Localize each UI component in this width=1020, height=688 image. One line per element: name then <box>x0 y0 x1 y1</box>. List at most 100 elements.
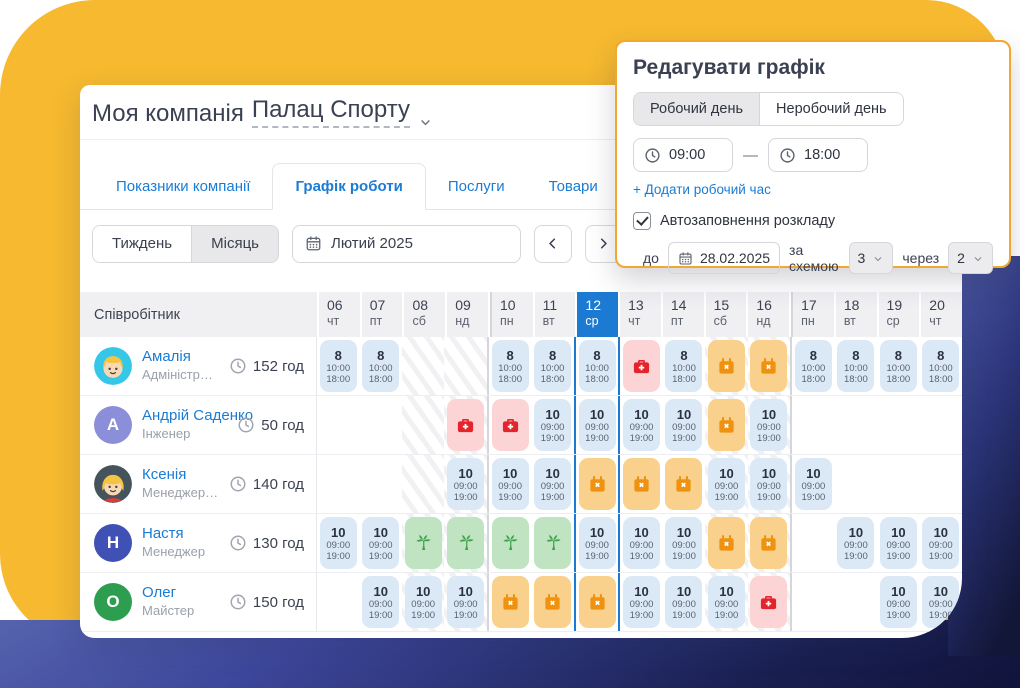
work-shift-cell[interactable]: 10 09:00 19:00 <box>920 514 962 572</box>
work-shift-cell[interactable]: 10 09:00 19:00 <box>663 396 705 454</box>
day-off-chip[interactable] <box>707 517 745 569</box>
work-shift-chip[interactable]: 10 09:00 19:00 <box>922 576 960 628</box>
day-off-chip[interactable] <box>578 576 616 628</box>
empty-schedule-cell[interactable] <box>835 573 877 631</box>
employee-name[interactable]: Настя <box>142 525 205 543</box>
work-shift-chip[interactable]: 10 09:00 19:00 <box>362 576 400 628</box>
day-header-11[interactable]: 11 вт <box>534 292 576 337</box>
work-shift-chip[interactable]: 10 09:00 19:00 <box>404 576 442 628</box>
day-header-18[interactable]: 18 вт <box>835 292 877 337</box>
work-shift-chip[interactable]: 8 10:00 18:00 <box>922 340 960 392</box>
day-header-12[interactable]: 12 ср <box>577 292 619 337</box>
work-shift-chip[interactable]: 10 09:00 19:00 <box>319 517 357 569</box>
work-shift-chip[interactable]: 10 09:00 19:00 <box>578 399 616 451</box>
day-off-cell[interactable] <box>747 514 791 572</box>
chevron-down-icon[interactable] <box>418 109 433 126</box>
employee-name[interactable]: Олег <box>142 584 194 602</box>
empty-schedule-cell[interactable] <box>317 396 359 454</box>
empty-schedule-cell[interactable] <box>790 514 834 572</box>
work-shift-chip[interactable]: 10 09:00 19:00 <box>623 517 661 569</box>
day-header-09[interactable]: 09 нд <box>447 292 488 337</box>
employee-name[interactable]: Амалія <box>142 348 219 366</box>
work-shift-cell[interactable]: 10 09:00 19:00 <box>663 514 705 572</box>
work-shift-cell[interactable]: 10 09:00 19:00 <box>620 396 662 454</box>
empty-schedule-cell[interactable] <box>835 396 877 454</box>
empty-schedule-cell[interactable] <box>359 455 401 513</box>
work-shift-cell[interactable]: 10 09:00 19:00 <box>705 573 748 631</box>
tab-2[interactable]: Послуги <box>426 164 527 209</box>
work-shift-cell[interactable]: 10 09:00 19:00 <box>531 396 573 454</box>
sick-day-cell[interactable] <box>444 396 487 454</box>
empty-schedule-cell[interactable] <box>920 455 962 513</box>
day-header-10[interactable]: 10 пн <box>489 292 533 337</box>
day-header-14[interactable]: 14 пт <box>662 292 704 337</box>
work-shift-cell[interactable]: 8 10:00 18:00 <box>920 337 962 395</box>
work-shift-chip[interactable]: 8 10:00 18:00 <box>534 340 572 392</box>
work-shift-chip[interactable]: 10 09:00 19:00 <box>491 458 529 510</box>
work-shift-cell[interactable]: 10 09:00 19:00 <box>620 573 662 631</box>
employee-cell[interactable]: О Олег Майстер 150 год <box>80 573 317 631</box>
day-off-cell[interactable] <box>663 455 705 513</box>
work-shift-cell[interactable]: 10 09:00 19:00 <box>359 573 401 631</box>
empty-schedule-cell[interactable] <box>444 337 487 395</box>
day-header-19[interactable]: 19 ср <box>878 292 920 337</box>
empty-schedule-cell[interactable] <box>835 455 877 513</box>
day-off-chip[interactable] <box>665 458 703 510</box>
work-shift-chip[interactable]: 10 09:00 19:00 <box>362 517 400 569</box>
sick-day-chip[interactable] <box>750 576 788 628</box>
empty-schedule-cell[interactable] <box>877 396 919 454</box>
day-off-chip[interactable] <box>491 576 529 628</box>
work-shift-cell[interactable]: 8 10:00 18:00 <box>486 337 531 395</box>
work-shift-chip[interactable]: 10 09:00 19:00 <box>534 399 572 451</box>
tab-3[interactable]: Товари <box>527 164 620 209</box>
day-off-cell[interactable] <box>705 337 748 395</box>
empty-schedule-cell[interactable] <box>790 573 834 631</box>
work-shift-cell[interactable]: 10 09:00 19:00 <box>747 455 791 513</box>
work-shift-chip[interactable]: 10 09:00 19:00 <box>534 458 572 510</box>
day-off-cell[interactable] <box>705 514 748 572</box>
work-shift-chip[interactable]: 10 09:00 19:00 <box>665 399 703 451</box>
work-shift-chip[interactable]: 10 09:00 19:00 <box>623 399 661 451</box>
empty-schedule-cell[interactable] <box>877 455 919 513</box>
day-off-chip[interactable] <box>750 340 788 392</box>
work-shift-cell[interactable]: 8 10:00 18:00 <box>573 337 621 395</box>
day-header-07[interactable]: 07 пт <box>361 292 403 337</box>
work-shift-cell[interactable]: 10 09:00 19:00 <box>835 514 877 572</box>
vacation-chip[interactable] <box>404 517 442 569</box>
work-shift-cell[interactable]: 8 10:00 18:00 <box>835 337 877 395</box>
day-off-cell[interactable] <box>620 455 662 513</box>
employee-cell[interactable]: КсеніяМенеджер-пр... 140 год <box>80 455 317 513</box>
view-week-button[interactable]: Тиждень <box>93 225 192 262</box>
day-off-cell[interactable] <box>531 573 573 631</box>
work-shift-cell[interactable]: 10 09:00 19:00 <box>317 514 359 572</box>
work-shift-cell[interactable]: 10 09:00 19:00 <box>401 573 445 631</box>
prev-period-button[interactable] <box>533 224 572 263</box>
work-shift-chip[interactable]: 8 10:00 18:00 <box>578 340 616 392</box>
work-shift-chip[interactable]: 10 09:00 19:00 <box>447 576 485 628</box>
period-picker[interactable]: Лютий 2025 <box>291 224 521 263</box>
employee-cell[interactable]: А Андрій Саденко Інженер 50 год <box>80 396 317 454</box>
day-off-chip[interactable] <box>623 458 661 510</box>
sick-day-chip[interactable] <box>623 340 661 392</box>
empty-schedule-cell[interactable] <box>790 396 834 454</box>
work-shift-cell[interactable]: 10 09:00 19:00 <box>444 455 487 513</box>
time-to-input[interactable]: 18:00 <box>768 138 868 172</box>
day-header-15[interactable]: 15 сб <box>705 292 747 337</box>
employee-cell[interactable]: Н Настя Менеджер 130 год <box>80 514 317 572</box>
vacation-chip[interactable] <box>491 517 529 569</box>
work-shift-cell[interactable]: 10 09:00 19:00 <box>531 455 573 513</box>
empty-schedule-cell[interactable] <box>317 455 359 513</box>
work-shift-cell[interactable]: 10 09:00 19:00 <box>486 455 531 513</box>
tab-0[interactable]: Показники компанії <box>94 164 272 209</box>
work-shift-cell[interactable]: 10 09:00 19:00 <box>573 514 621 572</box>
work-shift-chip[interactable]: 8 10:00 18:00 <box>879 340 917 392</box>
day-off-cell[interactable] <box>573 455 621 513</box>
sick-day-cell[interactable] <box>486 396 531 454</box>
work-shift-chip[interactable]: 8 10:00 18:00 <box>362 340 400 392</box>
work-shift-cell[interactable]: 10 09:00 19:00 <box>790 455 834 513</box>
work-shift-chip[interactable]: 10 09:00 19:00 <box>922 517 960 569</box>
work-shift-chip[interactable]: 10 09:00 19:00 <box>707 458 745 510</box>
sick-day-chip[interactable] <box>447 399 485 451</box>
day-off-cell[interactable] <box>747 337 791 395</box>
day-header-13[interactable]: 13 чт <box>620 292 661 337</box>
